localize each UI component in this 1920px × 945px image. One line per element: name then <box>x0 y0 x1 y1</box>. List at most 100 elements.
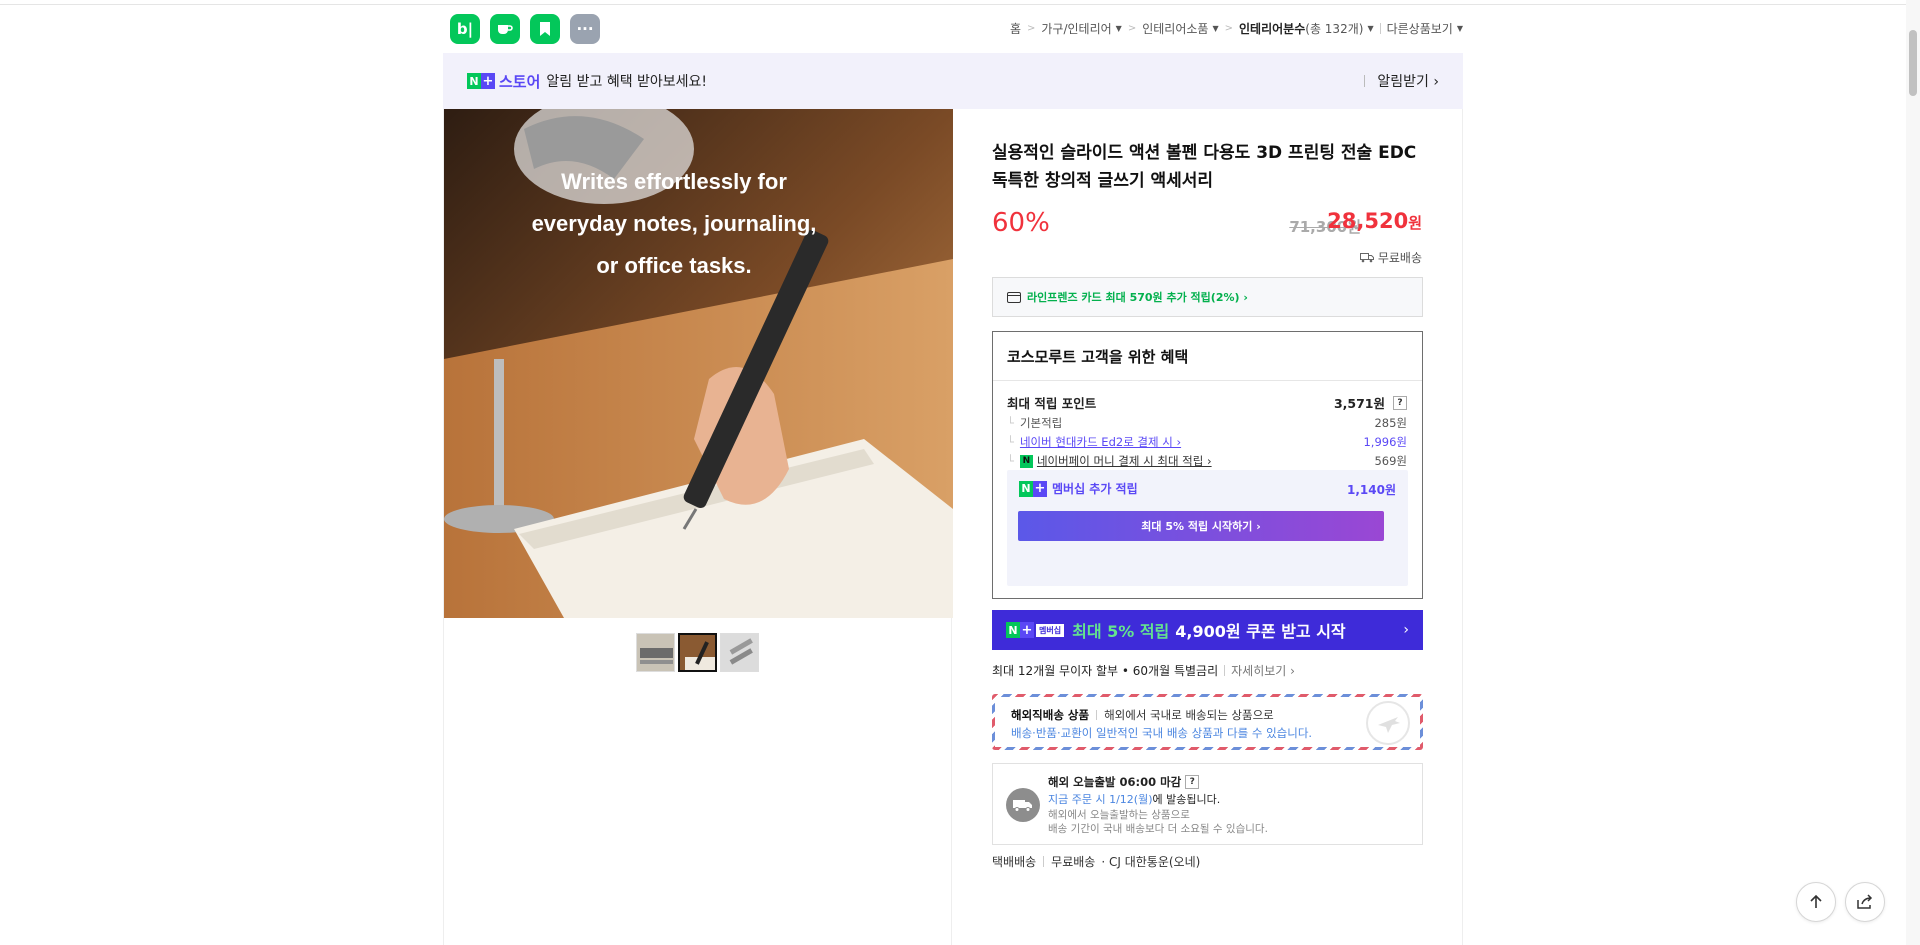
divider <box>1379 23 1381 34</box>
naverpay-row: └ N 네이버페이 머니 결제 시 최대 적립 › 569원 <box>1007 453 1407 469</box>
divider <box>1096 710 1098 720</box>
bookmark-app-icon[interactable] <box>530 14 560 44</box>
installment-more-link[interactable]: 자세히보기 › <box>1231 662 1295 679</box>
shipping-method-row: 택배배송 무료배송 · CJ 대한통운(오네) <box>992 853 1200 870</box>
chevron-right-icon: > <box>1127 23 1137 34</box>
breadcrumb: 홈 > 가구/인테리어 ▼ > 인테리어소품 ▼ > 인테리어분수 (총 132… <box>1010 20 1463 37</box>
naver-plus-logo: N + <box>1019 480 1047 497</box>
overseas-shipping-notice: 해외직배송 상품 해외에서 국내로 배송되는 상품으로 배송·반품·교환이 일반… <box>992 694 1423 750</box>
store-alarm-banner: N + 스토어 알림 받고 혜택 받아보세요! 알림받기 › <box>443 53 1463 109</box>
arrow-up-icon <box>1810 894 1822 908</box>
breadcrumb-count: (총 132개) <box>1305 22 1364 36</box>
naverpay-icon: N <box>1019 454 1033 468</box>
banner-message: 알림 받고 혜택 받아보세요! <box>546 74 708 90</box>
installment-text: 최대 12개월 무이자 할부 • 60개월 특별금리 <box>992 664 1219 678</box>
delivery-truck-icon <box>1006 788 1040 822</box>
membership-start-button[interactable]: 최대 5% 적립 시작하기 › <box>1018 511 1384 541</box>
top-border <box>0 0 1920 5</box>
thumbnail-3[interactable] <box>720 633 759 672</box>
thumbnail-1[interactable] <box>636 633 675 672</box>
customer-benefit-box: 코스모루트 고객을 위한 혜택 최대 적립 포인트 3,571원? └ 기본적립 … <box>992 331 1423 599</box>
sale-price-unit: 원 <box>1408 214 1422 232</box>
hyundai-card-value: 1,996원 <box>1363 435 1407 449</box>
membership-coupon-banner[interactable]: N + 멤버십 최대 5% 적립 4,900원 쿠폰 받고 시작 › <box>992 610 1423 650</box>
sale-price: 28,520원 <box>1327 209 1422 233</box>
caret-down-icon[interactable]: ▼ <box>1116 24 1122 33</box>
max-points-value-wrap: 3,571원? <box>1334 393 1407 412</box>
naverpay-value: 569원 <box>1374 454 1407 468</box>
product-info-column: 실용적인 슬라이드 액션 볼펜 다용도 3D 프린팅 전술 EDC 독특한 창의… <box>952 109 1463 945</box>
overseas-title: 해외직배송 상품 <box>1011 708 1090 722</box>
basic-points-label: 기본적립 <box>1019 416 1063 430</box>
help-icon[interactable]: ? <box>1393 395 1407 410</box>
hyundai-card-link[interactable]: 네이버 현대카드 Ed2로 결제 시 › <box>1020 434 1181 450</box>
today-dispatch-box: 해외 오늘출발 06:00 마감 ? 지금 주문 시 1/12(월)에 발송됩니… <box>992 763 1423 845</box>
shipping-label: 무료배송 <box>1377 251 1422 265</box>
chevron-right-icon: > <box>1026 23 1036 34</box>
scrollbar-thumb[interactable] <box>1909 30 1917 96</box>
caret-down-icon[interactable]: ▼ <box>1457 24 1463 33</box>
share-icon <box>1857 894 1873 909</box>
dispatch-date-suffix: 에 발송됩니다. <box>1152 793 1221 806</box>
overseas-note: 배송·반품·교환이 일반적인 국내 배송 상품과 다를 수 있습니다. <box>1011 726 1313 740</box>
breadcrumb-category-3[interactable]: 인테리어분수 <box>1239 20 1305 37</box>
max-points-value: 3,571원 <box>1333 396 1385 411</box>
max-points-label: 최대 적립 포인트 <box>1007 396 1097 411</box>
membership-value: 1,140원 <box>1347 483 1396 497</box>
dispatch-deadline-text: 해외 오늘출발 06:00 마감 <box>1048 775 1182 789</box>
product-main-image[interactable]: Writes effortlessly for everyday notes, … <box>444 109 953 618</box>
branch-icon: └ <box>1007 416 1014 430</box>
hyundai-card-row: └ 네이버 현대카드 Ed2로 결제 시 › 1,996원 <box>1007 434 1407 450</box>
sale-price-value: 28,520 <box>1327 209 1409 233</box>
naverpay-label-wrap: └ N 네이버페이 머니 결제 시 최대 적립 › <box>1007 453 1212 469</box>
basic-points-value: 285원 <box>1374 416 1407 430</box>
naverpay-link[interactable]: 네이버페이 머니 결제 시 최대 적립 › <box>1037 453 1212 469</box>
shipping-info: 무료배송 <box>1359 249 1422 266</box>
share-button[interactable] <box>1845 882 1885 922</box>
alarm-button[interactable]: 알림받기 › <box>1364 53 1439 109</box>
thumbnail-2[interactable] <box>678 633 717 672</box>
basic-points-label-wrap: └ 기본적립 <box>1007 415 1062 431</box>
membership-panel: N + 멤버십 추가 적립 1,140원 최대 5% 적립 시작하기 › <box>1007 470 1408 586</box>
shipping-method: 택배배송 <box>992 855 1037 869</box>
shipping-carrier: · CJ 대한통운(오네) <box>1101 855 1201 869</box>
divider <box>1043 856 1045 867</box>
naver-plus-logo: N + <box>467 73 495 89</box>
help-icon[interactable]: ? <box>1185 775 1200 789</box>
promo-text: 4,900원 쿠폰 받고 시작 <box>1175 622 1346 641</box>
benefit-heading: 코스모루트 고객을 위한 혜택 <box>993 332 1422 381</box>
dispatch-note-2: 배송 기간이 국내 배송보다 더 소요될 수 있습니다. <box>1048 823 1268 835</box>
shipping-fee: 무료배송 <box>1051 855 1096 869</box>
svg-text:everyday notes, journaling,: everyday notes, journaling, <box>532 211 817 236</box>
chevron-right-icon: › <box>1403 622 1409 638</box>
app-icon-bar: b| ··· <box>450 14 600 44</box>
breadcrumb-category-1[interactable]: 가구/인테리어 <box>1041 20 1111 37</box>
naver-plus-logo: N + <box>1006 622 1034 638</box>
more-apps-icon[interactable]: ··· <box>570 14 600 44</box>
breadcrumb-category-2[interactable]: 인테리어소품 <box>1142 20 1208 37</box>
cafe-app-icon[interactable] <box>490 14 520 44</box>
card-benefit-link[interactable]: 라인프렌즈 카드 최대 570원 추가 적립(2%) › <box>992 277 1423 317</box>
other-products-link[interactable]: 다른상품보기 <box>1387 20 1453 37</box>
dispatch-date-highlight: 지금 주문 시 1/12(월) <box>1048 793 1153 806</box>
dispatch-note-1: 해외에서 오늘출발하는 상품으로 <box>1048 809 1190 821</box>
membership-label-wrap: N + 멤버십 추가 적립 <box>1019 480 1138 497</box>
product-title: 실용적인 슬라이드 액션 볼펜 다용도 3D 프린팅 전술 EDC 독특한 창의… <box>992 143 1417 191</box>
basic-points-row: └ 기본적립 285원 <box>1007 415 1407 431</box>
truck-icon <box>1359 253 1374 263</box>
hyundai-card-label-wrap: └ 네이버 현대카드 Ed2로 결제 시 › <box>1007 434 1181 450</box>
scroll-to-top-button[interactable] <box>1796 882 1836 922</box>
dispatch-date: 지금 주문 시 1/12(월)에 발송됩니다. <box>1048 791 1220 807</box>
page-scrollbar[interactable] <box>1906 0 1920 945</box>
caret-down-icon[interactable]: ▼ <box>1212 24 1218 33</box>
svg-text:or office tasks.: or office tasks. <box>596 253 751 278</box>
divider <box>1224 665 1226 676</box>
store-label: 스토어 <box>499 72 541 91</box>
caret-down-icon[interactable]: ▼ <box>1367 24 1373 33</box>
branch-icon: └ <box>1007 435 1014 449</box>
breadcrumb-home[interactable]: 홈 <box>1010 20 1021 37</box>
blog-app-icon[interactable]: b| <box>450 14 480 44</box>
card-benefit-text: 라인프렌즈 카드 최대 570원 추가 적립(2%) › <box>1027 291 1248 304</box>
credit-card-icon <box>1007 291 1021 303</box>
membership-label: 멤버십 추가 적립 <box>1052 482 1138 496</box>
